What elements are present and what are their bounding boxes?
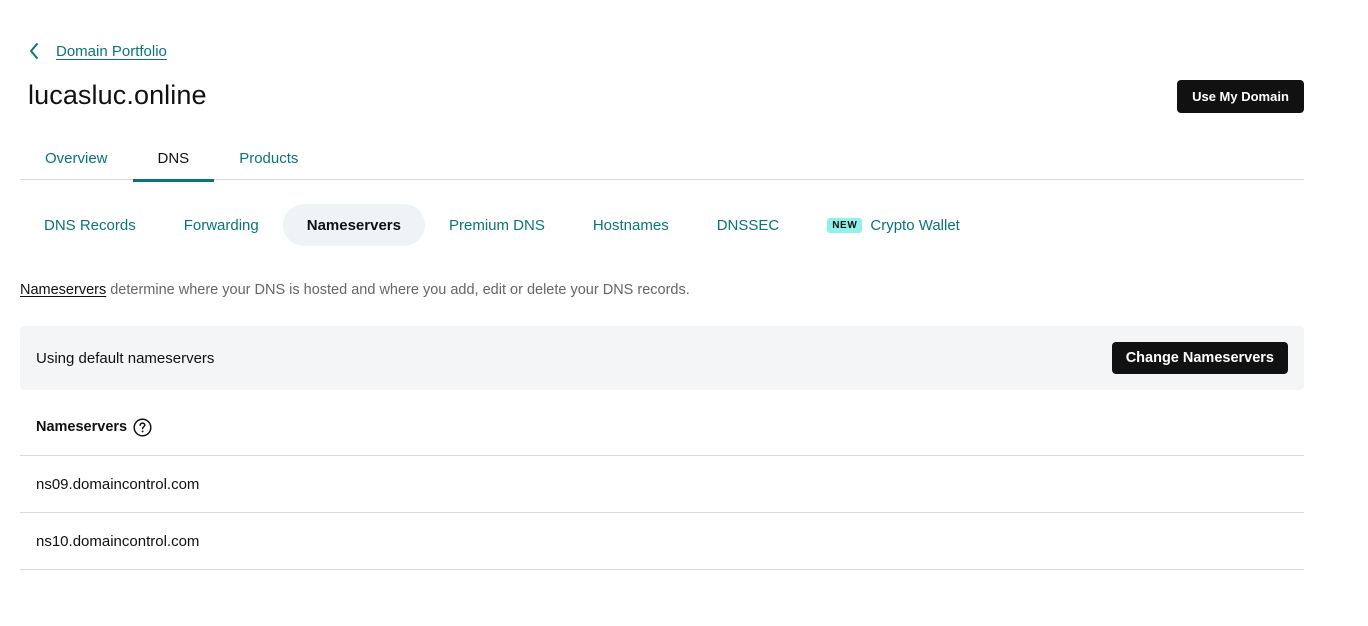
subtab-forwarding[interactable]: Forwarding (160, 204, 283, 246)
nameserver-status-panel: Using default nameservers Change Nameser… (20, 326, 1304, 390)
change-nameservers-button[interactable]: Change Nameservers (1111, 342, 1288, 374)
subtab-dns-records[interactable]: DNS Records (20, 204, 160, 246)
subtab-crypto-wallet-label: Crypto Wallet (870, 216, 960, 234)
subtab-premium-dns[interactable]: Premium DNS (425, 204, 569, 246)
main-tabs: Overview DNS Products (20, 136, 1304, 182)
subtab-hostnames[interactable]: Hostnames (569, 204, 693, 246)
status-text: Using default nameservers (36, 349, 215, 367)
page-title: lucasluc.online (28, 80, 207, 110)
help-circle-icon[interactable] (133, 417, 152, 437)
nameserver-row: ns09.domaincontrol.com (20, 456, 1304, 513)
nameservers-help-link[interactable]: Nameservers (20, 282, 106, 298)
nameservers-header: Nameservers (20, 399, 1304, 456)
nameserver-row: ns10.domaincontrol.com (20, 513, 1304, 570)
subtab-crypto-wallet[interactable]: NEW Crypto Wallet (803, 204, 984, 246)
description-text: determine where your DNS is hosted and w… (106, 282, 690, 298)
tab-overview[interactable]: Overview (20, 136, 133, 180)
chevron-left-icon[interactable] (26, 40, 42, 62)
subtab-dnssec[interactable]: DNSSEC (693, 204, 804, 246)
use-my-domain-button[interactable]: Use My Domain (1177, 80, 1304, 113)
breadcrumb-domain-portfolio-link[interactable]: Domain Portfolio (56, 43, 167, 60)
nameservers-description: Nameservers determine where your DNS is … (20, 282, 690, 298)
dns-sub-tabs: DNS Records Forwarding Nameservers Premi… (20, 204, 984, 246)
subtab-nameservers[interactable]: Nameservers (282, 204, 425, 246)
domain-dns-page: Domain Portfolio lucasluc.online Use My … (0, 0, 1368, 626)
new-badge: NEW (827, 217, 863, 233)
nameservers-table: Nameservers ns09.domaincontrol.com ns10.… (20, 399, 1304, 570)
nameservers-header-label: Nameservers (36, 419, 128, 435)
tab-dns[interactable]: DNS (132, 136, 215, 182)
tab-products[interactable]: Products (214, 136, 323, 180)
breadcrumb: Domain Portfolio (26, 40, 167, 62)
